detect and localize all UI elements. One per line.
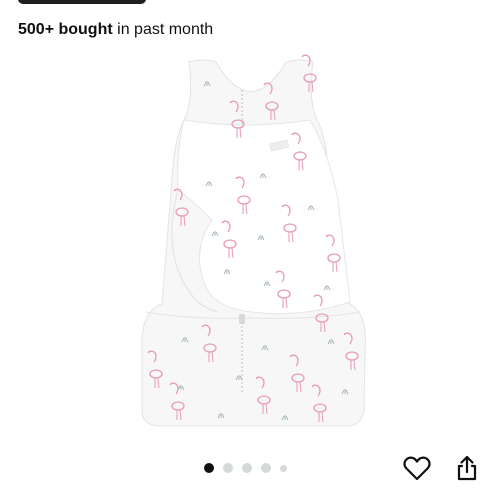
heart-outline-icon — [403, 456, 431, 481]
wishlist-button[interactable] — [401, 452, 433, 484]
swaddle-illustration — [141, 54, 366, 427]
image-carousel-indicator[interactable] — [204, 462, 287, 474]
product-image[interactable] — [132, 50, 370, 430]
carousel-dot-3[interactable] — [242, 463, 252, 473]
purchase-period: in past month — [117, 21, 214, 38]
carousel-dot-4[interactable] — [261, 463, 271, 473]
carousel-dot-2[interactable] — [223, 463, 233, 473]
purchase-count: 500+ bought — [18, 21, 113, 38]
carousel-dot-1[interactable] — [204, 463, 214, 473]
share-icon — [457, 455, 477, 481]
purchase-stats: 500+ bought in past month — [18, 19, 213, 41]
share-button[interactable] — [451, 452, 483, 484]
top-banner-stub — [18, 0, 146, 4]
carousel-dot-5[interactable] — [280, 464, 287, 472]
